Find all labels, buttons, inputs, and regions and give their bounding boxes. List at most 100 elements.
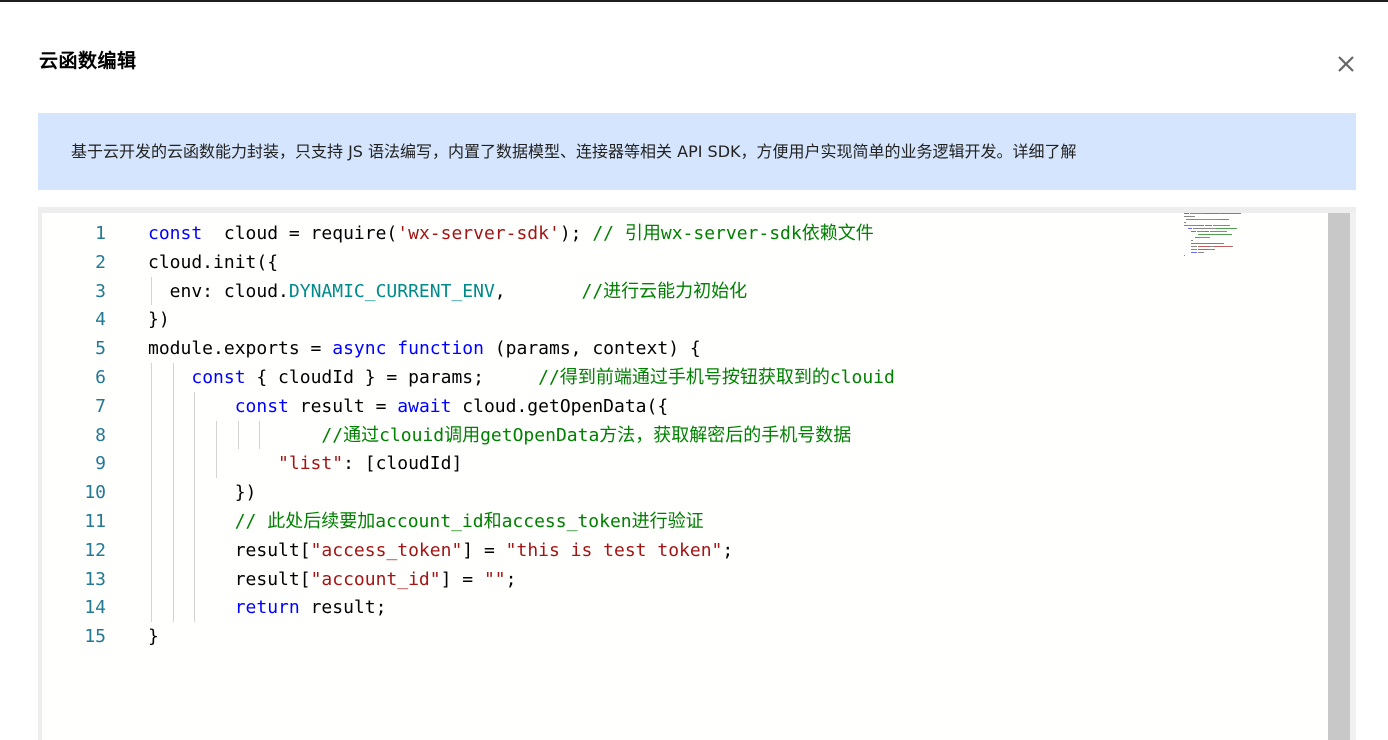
code-text[interactable]: const cloud = require('wx-server-sdk'); …: [148, 219, 874, 248]
minimap-segment: [1212, 225, 1230, 226]
code-line[interactable]: 5 module.exports = async function (params…: [42, 334, 1192, 363]
code-token: module.exports =: [148, 338, 333, 360]
code-text[interactable]: result["access_token"] = "this is test t…: [148, 536, 734, 565]
code-token: result;: [299, 597, 387, 619]
indent-guide: [151, 276, 152, 306]
line-number: 8: [95, 424, 106, 446]
code-token: ;: [722, 539, 734, 561]
info-notice: 基于云开发的云函数能力封装，只支持 JS 语法编写，内置了数据模型、连接器等相关…: [38, 113, 1356, 190]
code-line[interactable]: 8 //通过clouid调用getOpenData方法，获取解密后的手机号数据: [42, 421, 1192, 450]
code-token: const: [234, 395, 289, 417]
minimap-segment: [1191, 240, 1193, 241]
code-line[interactable]: 4}): [42, 305, 1192, 334]
code-token: }: [148, 626, 159, 648]
code-token: cloud.init({: [148, 251, 279, 273]
code-text[interactable]: //通过clouid调用getOpenData方法，获取解密后的手机号数据: [148, 421, 851, 450]
code-token: "this is test token": [505, 539, 723, 561]
code-editor[interactable]: 1 const cloud = require('wx-server-sdk');…: [42, 213, 1328, 740]
code-text[interactable]: }: [148, 622, 159, 651]
code-token: //通过clouid调用getOpenData方法，获取解密后的手机号数据: [321, 424, 852, 446]
code-token: (params, context) {: [483, 338, 701, 360]
minimap-segment: [1195, 219, 1213, 220]
minimap-segment: [1184, 225, 1200, 226]
code-token: function: [397, 338, 484, 360]
code-line[interactable]: 6 const { cloudId } = params; //得到前端通过手机…: [42, 363, 1192, 392]
code-token: "access_token": [310, 539, 463, 561]
code-text[interactable]: cloud.init({: [148, 248, 278, 277]
code-token: }): [148, 482, 257, 504]
indent-guide: [259, 420, 261, 450]
line-number: 5: [95, 338, 106, 360]
code-line[interactable]: 3 env: cloud.DYNAMIC_CURRENT_ENV, //进行云能…: [42, 277, 1192, 306]
close-icon: [1338, 56, 1354, 72]
line-number: 2: [95, 251, 106, 273]
code-token: cloud = require(: [202, 223, 398, 244]
code-text[interactable]: result["account_id"] = "";: [148, 565, 517, 594]
code-line[interactable]: 12 result["access_token"] = "this is tes…: [42, 536, 1192, 565]
line-number: 6: [95, 367, 106, 388]
minimap-segment: [1191, 231, 1196, 232]
code-line[interactable]: 9 "list": [cloudId]: [42, 449, 1192, 478]
minimap-segment: [1213, 246, 1232, 247]
minimap-segment: [1184, 222, 1186, 223]
code-line[interactable]: 7 const result = await cloud.getOpenData…: [42, 392, 1192, 421]
code-text[interactable]: }): [148, 478, 257, 507]
code-text[interactable]: module.exports = async function (params,…: [148, 334, 701, 363]
code-token: "": [483, 568, 506, 590]
code-editor-frame: 1 const cloud = require('wx-server-sdk');…: [38, 207, 1356, 740]
code-text[interactable]: return result;: [148, 593, 387, 622]
code-line[interactable]: 13 result["account_id"] = "";: [42, 565, 1192, 594]
line-number: 7: [95, 395, 106, 417]
code-line[interactable]: 11 // 此处后续要加account_id和access_token进行验证: [42, 507, 1192, 536]
code-token: const: [148, 223, 203, 244]
line-number: 13: [84, 568, 106, 590]
minimap-segment: [1196, 231, 1205, 232]
indent-guide: [172, 363, 174, 623]
learn-more-link[interactable]: 详细了解: [1013, 142, 1077, 161]
close-button[interactable]: [1330, 48, 1362, 80]
code-line[interactable]: 2 cloud.init({: [42, 248, 1192, 277]
code-line[interactable]: 14 return result;: [42, 593, 1192, 622]
code-token: await: [397, 395, 452, 417]
indent-guide: [194, 391, 196, 623]
code-token: // 此处后续要加account_id和access_token进行验证: [234, 511, 704, 532]
code-token: ] =: [440, 568, 484, 590]
code-text[interactable]: // 此处后续要加account_id和access_token进行验证: [148, 507, 704, 536]
code-token: { cloudId } = params;: [245, 367, 539, 388]
minimap-segment: [1200, 237, 1211, 238]
code-token: //进行云能力初始化: [581, 280, 748, 302]
code-text[interactable]: }): [148, 305, 170, 334]
code-token: 'wx-server-sdk': [397, 223, 560, 244]
line-number: 4: [95, 309, 106, 331]
minimap-segment: [1212, 219, 1220, 220]
minimap-segment: [1216, 228, 1238, 229]
code-token: // 引用wx-server-sdk依赖文件: [592, 223, 874, 244]
minimap-segment: [1220, 213, 1241, 214]
code-line[interactable]: 15}: [42, 622, 1192, 651]
code-token: "list": [278, 453, 344, 475]
code-token: DYNAMIC_CURRENT_ENV: [288, 280, 495, 302]
minimap-segment: [1231, 246, 1233, 247]
code-token: result =: [288, 395, 398, 417]
minimap-segment: [1199, 225, 1204, 226]
code-token: cloud.getOpenData({: [451, 395, 669, 417]
editor-minimap[interactable]: [1184, 213, 1304, 273]
code-text[interactable]: const { cloudId } = params; //得到前端通过手机号按…: [148, 363, 895, 392]
code-token: //得到前端通过手机号按钮获取到的clouid: [538, 367, 895, 388]
minimap-segment: [1187, 228, 1193, 229]
minimap-segment: [1193, 228, 1217, 229]
minimap-segment: [1184, 216, 1195, 217]
line-number: 1: [95, 223, 106, 244]
minimap-segment: [1184, 213, 1189, 214]
code-text[interactable]: const result = await cloud.getOpenData({: [148, 392, 669, 421]
code-line[interactable]: 10 }): [42, 478, 1192, 507]
code-token: );: [559, 223, 593, 244]
code-token: ;: [505, 568, 517, 590]
editor-scrollbar-thumb[interactable]: [1328, 213, 1350, 740]
code-token: const: [191, 367, 246, 388]
code-text[interactable]: env: cloud.DYNAMIC_CURRENT_ENV, //进行云能力初…: [148, 277, 748, 306]
code-line[interactable]: 1 const cloud = require('wx-server-sdk');…: [42, 219, 1192, 248]
